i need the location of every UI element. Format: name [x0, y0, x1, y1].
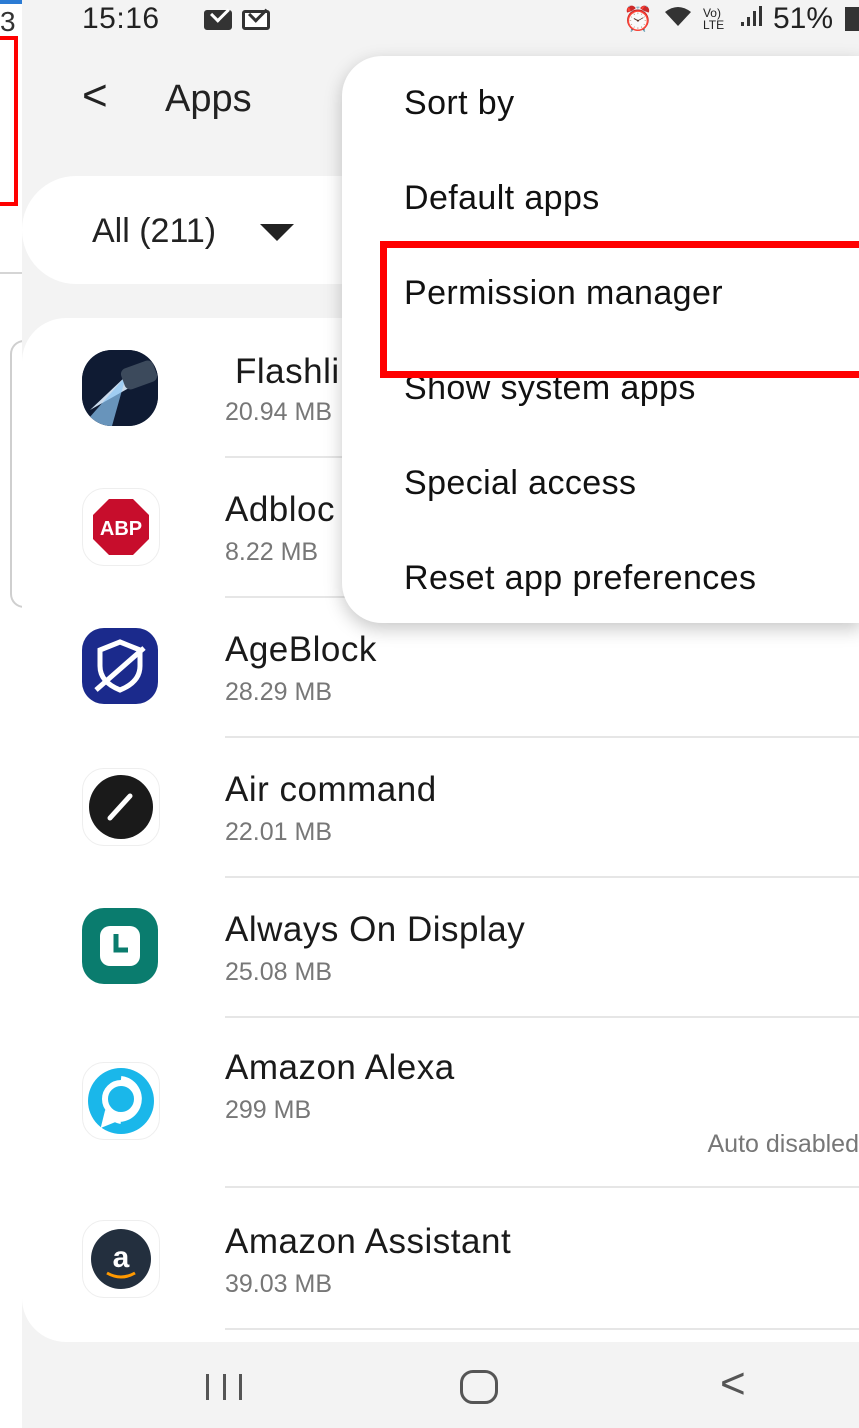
- app-size: 20.94 MB: [225, 398, 333, 426]
- wifi-icon: [663, 2, 693, 36]
- app-size: 28.29 MB: [225, 678, 333, 706]
- signal-icon: [739, 2, 763, 36]
- menu-item-default-apps[interactable]: Default apps: [404, 179, 600, 218]
- amazon-icon-text: a: [113, 1241, 130, 1274]
- app-size: 39.03 MB: [225, 1270, 333, 1298]
- app-name: Amazon Assistant: [225, 1222, 512, 1261]
- app-size: 25.08 MB: [225, 958, 333, 986]
- caret-down-icon: [260, 224, 294, 241]
- filter-label: All (211): [92, 212, 217, 250]
- app-row-air-command[interactable]: Air command 22.01 MB: [22, 738, 859, 878]
- ageblock-icon: [82, 628, 158, 704]
- alarm-icon: ⏰: [623, 5, 653, 33]
- app-row-amazon-alexa[interactable]: Amazon Alexa 299 MB Auto disabled: [22, 1018, 859, 1188]
- background-window-edge: 3: [0, 0, 40, 1428]
- app-row-amazon-assistant[interactable]: a Amazon Assistant 39.03 MB: [22, 1188, 859, 1330]
- mail-icon: [204, 10, 232, 30]
- clock-icon: [82, 908, 158, 984]
- row-divider: [225, 1328, 859, 1330]
- edge-red-annotation: [0, 36, 18, 206]
- edge-digit: 3: [0, 6, 16, 37]
- home-icon[interactable]: [460, 1370, 498, 1404]
- auto-disabled-label: Auto disabled: [707, 1130, 859, 1158]
- alexa-icon: [82, 1062, 160, 1140]
- page-title: Apps: [165, 78, 252, 120]
- app-row-always-on-display[interactable]: Always On Display 25.08 MB: [22, 878, 859, 1018]
- permission-manager-highlight: [380, 241, 859, 378]
- menu-item-special-access[interactable]: Special access: [404, 464, 636, 503]
- app-size: 8.22 MB: [225, 538, 319, 566]
- abp-icon: ABP: [82, 488, 160, 566]
- status-right-icons: ⏰ Vo) LTE 51%: [623, 2, 859, 36]
- pen-icon: [82, 768, 160, 846]
- abp-icon-text: ABP: [100, 518, 142, 540]
- blue-edge-line: [0, 0, 22, 4]
- navigation-bar: <: [22, 1352, 859, 1428]
- app-name: Flashli: [235, 352, 340, 391]
- app-size: 22.01 MB: [225, 818, 333, 846]
- mail-outline-icon: [242, 10, 270, 30]
- app-name: Always On Display: [225, 910, 526, 949]
- app-size: 299 MB: [225, 1096, 312, 1124]
- status-bar: 15:16 ⏰ Vo) LTE 51%: [22, 0, 859, 42]
- battery-icon: [845, 7, 859, 31]
- status-time: 15:16: [82, 2, 160, 35]
- battery-percent: 51%: [772, 2, 833, 35]
- volte-icon: Vo) LTE: [702, 6, 725, 32]
- flashlight-icon: [82, 350, 158, 426]
- app-name: Amazon Alexa: [225, 1048, 455, 1087]
- menu-item-sort-by[interactable]: Sort by: [404, 84, 515, 123]
- recents-icon[interactable]: [206, 1374, 242, 1400]
- edge-divider: [0, 272, 22, 274]
- app-name: Adbloc: [225, 490, 336, 529]
- app-name: AgeBlock: [225, 630, 377, 669]
- back-button[interactable]: <: [82, 74, 108, 118]
- menu-item-reset-app-preferences[interactable]: Reset app preferences: [404, 559, 756, 598]
- amazon-icon: a: [82, 1220, 160, 1298]
- back-icon[interactable]: <: [720, 1362, 746, 1406]
- app-name: Air command: [225, 770, 437, 809]
